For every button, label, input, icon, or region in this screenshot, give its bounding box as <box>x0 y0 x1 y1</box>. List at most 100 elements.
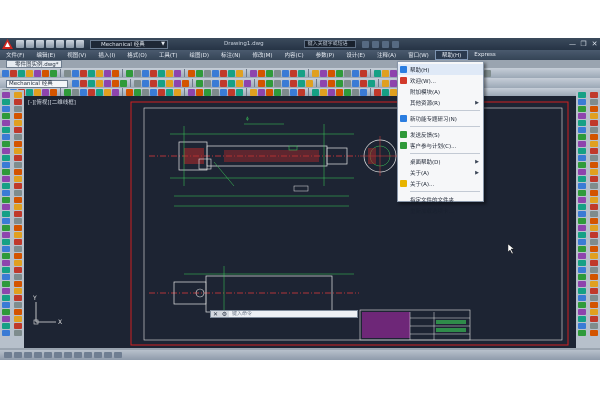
draw-palette-tool-icon[interactable] <box>2 309 10 315</box>
standard-tool-icon[interactable] <box>126 69 133 77</box>
draw-palette-tool-icon[interactable] <box>14 204 22 210</box>
modify-palette-tool-icon[interactable] <box>590 288 598 294</box>
standard-tool-icon[interactable] <box>96 69 103 77</box>
property-tool-icon[interactable] <box>236 79 243 87</box>
draw-palette-tool-icon[interactable] <box>14 295 22 301</box>
property-tool-icon[interactable] <box>290 79 297 87</box>
modify-palette-tool-icon[interactable] <box>578 295 586 301</box>
modify-palette-tool-icon[interactable] <box>590 127 598 133</box>
layer-tool-icon[interactable] <box>112 88 119 96</box>
draw-palette-tool-icon[interactable] <box>2 120 10 126</box>
modify-palette-tool-icon[interactable] <box>578 274 586 280</box>
modify-palette-tool-icon[interactable] <box>578 120 586 126</box>
layer-tool-icon[interactable] <box>274 88 281 96</box>
menu-item[interactable]: 内容(C) <box>279 51 310 59</box>
draw-palette-tool-icon[interactable] <box>2 99 10 105</box>
modify-palette-tool-icon[interactable] <box>578 218 586 224</box>
modify-palette-tool-icon[interactable] <box>590 281 598 287</box>
help-menu-item[interactable]: 关于(A) ▶ <box>398 167 483 178</box>
help-menu-item[interactable]: 其他资源(R) ▶ <box>398 97 483 108</box>
draw-palette-tool-icon[interactable] <box>2 330 10 336</box>
standard-tool-icon[interactable] <box>188 69 195 77</box>
draw-palette-tool-icon[interactable] <box>2 260 10 266</box>
modify-palette-tool-icon[interactable] <box>578 106 586 112</box>
layer-tool-icon[interactable] <box>166 88 173 96</box>
property-tool-icon[interactable] <box>182 79 189 87</box>
modify-palette-tool-icon[interactable] <box>578 113 586 119</box>
modify-palette-tool-icon[interactable] <box>590 267 598 273</box>
draw-palette-tool-icon[interactable] <box>14 141 22 147</box>
modify-palette-tool-icon[interactable] <box>590 225 598 231</box>
layer-tool-icon[interactable] <box>336 88 343 96</box>
modify-palette-tool-icon[interactable] <box>578 127 586 133</box>
property-tool-icon[interactable] <box>266 79 273 87</box>
property-tool-icon[interactable] <box>360 79 367 87</box>
standard-tool-icon[interactable] <box>344 69 351 77</box>
layer-tool-icon[interactable] <box>150 88 157 96</box>
modify-palette-tool-icon[interactable] <box>578 169 586 175</box>
draw-palette-tool-icon[interactable] <box>2 281 10 287</box>
draw-palette-tool-icon[interactable] <box>14 246 22 252</box>
standard-tool-icon[interactable] <box>50 69 57 77</box>
draw-palette-tool-icon[interactable] <box>14 323 22 329</box>
help-menu-item[interactable]: 重新加载选项卡... <box>398 205 483 216</box>
modify-palette-tool-icon[interactable] <box>578 183 586 189</box>
menu-item[interactable]: 标注(N) <box>215 51 246 59</box>
property-tool-icon[interactable] <box>328 79 335 87</box>
standard-tool-icon[interactable] <box>18 69 25 77</box>
draw-palette-tool-icon[interactable] <box>2 323 10 329</box>
modify-palette-tool-icon[interactable] <box>578 99 586 105</box>
menu-item[interactable]: 编辑(E) <box>30 51 61 59</box>
draw-palette-tool-icon[interactable] <box>2 225 10 231</box>
property-tool-icon[interactable] <box>258 79 265 87</box>
menu-item[interactable]: 插入(I) <box>92 51 121 59</box>
help-menu-item[interactable]: 客户参与计划(C)... <box>398 140 483 151</box>
modify-palette-tool-icon[interactable] <box>590 99 598 105</box>
standard-tool-icon[interactable] <box>258 69 265 77</box>
modify-palette-tool-icon[interactable] <box>590 162 598 168</box>
modify-palette-tool-icon[interactable] <box>578 260 586 266</box>
draw-palette-tool-icon[interactable] <box>2 218 10 224</box>
exchange-icon[interactable] <box>381 40 389 48</box>
menu-item[interactable]: 窗口(W) <box>402 51 435 59</box>
modify-palette-tool-icon[interactable] <box>578 134 586 140</box>
layer-tool-icon[interactable] <box>390 88 397 96</box>
save-icon[interactable] <box>36 40 44 48</box>
modify-palette-tool-icon[interactable] <box>578 148 586 154</box>
menu-item[interactable]: 文件(F) <box>0 51 30 59</box>
help-menu-item[interactable]: 指定文件的文件夹 <box>398 194 483 205</box>
standard-tool-icon[interactable] <box>228 69 235 77</box>
standard-tool-icon[interactable] <box>212 69 219 77</box>
modify-palette-tool-icon[interactable] <box>590 197 598 203</box>
standard-tool-icon[interactable] <box>26 69 33 77</box>
standard-tool-icon[interactable] <box>352 69 359 77</box>
draw-palette-tool-icon[interactable] <box>2 204 10 210</box>
property-tool-icon[interactable] <box>298 79 305 87</box>
draw-palette-tool-icon[interactable] <box>2 162 10 168</box>
modify-palette-tool-icon[interactable] <box>590 323 598 329</box>
command-input[interactable]: 键入命令 <box>229 311 357 317</box>
layer-tool-icon[interactable] <box>258 88 265 96</box>
modify-palette-tool-icon[interactable] <box>590 316 598 322</box>
property-tool-icon[interactable] <box>368 79 375 87</box>
draw-palette-tool-icon[interactable] <box>14 169 22 175</box>
layer-tool-icon[interactable] <box>104 88 111 96</box>
menu-item[interactable]: 参数(P) <box>310 51 341 59</box>
layer-tool-icon[interactable] <box>344 88 351 96</box>
standard-tool-icon[interactable] <box>142 69 149 77</box>
property-tool-icon[interactable] <box>72 79 79 87</box>
standard-tool-icon[interactable] <box>390 69 397 77</box>
modify-palette-tool-icon[interactable] <box>578 204 586 210</box>
modify-palette-tool-icon[interactable] <box>590 211 598 217</box>
draw-palette-tool-icon[interactable] <box>14 239 22 245</box>
modify-palette-tool-icon[interactable] <box>578 232 586 238</box>
modify-palette-tool-icon[interactable] <box>578 197 586 203</box>
modify-palette-tool-icon[interactable] <box>590 218 598 224</box>
standard-tool-icon[interactable] <box>72 69 79 77</box>
modify-palette-tool-icon[interactable] <box>590 106 598 112</box>
modify-palette-tool-icon[interactable] <box>590 148 598 154</box>
modify-palette-tool-icon[interactable] <box>590 260 598 266</box>
restore-button[interactable]: ❐ <box>578 39 589 49</box>
status-toggle-button[interactable] <box>84 352 92 358</box>
modify-palette-tool-icon[interactable] <box>590 239 598 245</box>
